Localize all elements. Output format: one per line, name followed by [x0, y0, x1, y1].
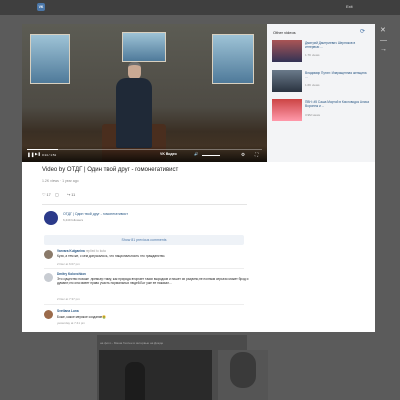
- related-video-title[interactable]: Владимир Путин: Извращенная женщина ...: [305, 71, 370, 79]
- channel-avatar[interactable]: [44, 211, 58, 225]
- minimize-icon[interactable]: —: [380, 37, 387, 44]
- comment-icon: ▢: [55, 193, 59, 197]
- divider: [44, 304, 244, 305]
- video-player[interactable]: ❚❚ ▶❚ 0:14 / 1:51 VK Видео 🔊 ⚙ ⛶: [22, 24, 267, 162]
- volume-slider[interactable]: [202, 154, 220, 156]
- progress-fill: [27, 149, 58, 150]
- comment-date[interactable]: 2 Dec at 7:37 pm: [57, 297, 80, 301]
- channel-name[interactable]: ОТДГ | Один твой друг - гомонегативист: [63, 212, 128, 216]
- related-video-title[interactable]: ПВН: #5 Саша Мартой в Кисловодск Алиса В…: [305, 100, 370, 108]
- like-count: 17: [46, 193, 51, 197]
- speaker-figure: [112, 62, 156, 152]
- vk-logo[interactable]: VK: [37, 3, 45, 11]
- pause-icon[interactable]: ❚❚: [27, 152, 35, 157]
- comment-text: Боже, какое мерзкое создание🤮: [57, 315, 107, 319]
- show-previous-comments-button[interactable]: Show 81 previous comments: [44, 235, 244, 245]
- related-video-thumb[interactable]: [272, 99, 302, 121]
- refresh-icon[interactable]: ⟳: [360, 28, 365, 35]
- channel-followers: 6,449 followers: [63, 218, 84, 222]
- comment-author[interactable]: Svetlana Luna: [57, 309, 79, 313]
- divider: [44, 268, 244, 269]
- related-video-title[interactable]: Дмитрий Дмитриевич Шерняков в интервью .…: [305, 41, 370, 49]
- background-post-caption: на фото - Маша Гессен в интервью на Дожд…: [100, 341, 164, 345]
- related-video-thumb[interactable]: [272, 70, 302, 92]
- exit-link[interactable]: Exit: [346, 4, 353, 9]
- share-count: 11: [71, 193, 76, 197]
- progress-bar[interactable]: [27, 149, 262, 150]
- comment-reply-to: replied to kuta: [85, 249, 106, 253]
- share-button[interactable]: ↪ 11: [67, 192, 75, 197]
- comment-button[interactable]: ▢: [55, 192, 59, 197]
- share-icon: ↪: [67, 193, 71, 197]
- upload-age: 1 year ago: [62, 179, 79, 183]
- settings-icon[interactable]: ⚙: [241, 152, 245, 157]
- heart-icon: ♡: [42, 193, 46, 197]
- related-video-views: 1.6K views: [305, 83, 320, 87]
- window-right: [212, 34, 254, 84]
- video-meta: 1.2K views · 1 year ago: [42, 179, 79, 183]
- related-video-thumb[interactable]: [272, 40, 302, 62]
- comment-date[interactable]: yesterday at 7:41 pm: [57, 321, 85, 325]
- volume-icon[interactable]: 🔊: [194, 152, 198, 157]
- background-thumb-face: [230, 352, 256, 388]
- top-bar: [0, 0, 400, 15]
- close-icon[interactable]: ✕: [380, 27, 386, 34]
- related-video-views: 1.7K views: [305, 53, 320, 57]
- fullscreen-icon[interactable]: ⛶: [255, 152, 258, 157]
- speaker-body: [116, 78, 152, 148]
- divider: [42, 204, 247, 205]
- related-video-views: 3.9M views: [305, 113, 321, 117]
- comment-author-name[interactable]: Dmitry Kolovchkov: [57, 272, 86, 276]
- avatar[interactable]: [44, 310, 53, 319]
- other-videos-title: Other videos: [273, 30, 296, 35]
- next-icon[interactable]: ▶❚: [35, 152, 41, 157]
- avatar[interactable]: [44, 250, 53, 259]
- comment-text: Кузя, а тем же, с кем допускалось, что н…: [57, 254, 166, 258]
- background-thumb-person: [125, 362, 145, 400]
- comment-date[interactable]: 2 Dec at 6:07 pm: [57, 262, 80, 266]
- comment-author[interactable]: Varvara Kulganina replied to kuta: [57, 249, 106, 253]
- comment-author[interactable]: Dmitry Kolovchkov: [57, 272, 86, 276]
- view-count: 1.2K views: [42, 179, 59, 183]
- comment-author-name[interactable]: Varvara Kulganina: [57, 249, 85, 253]
- vk-video-brand[interactable]: VK Видео: [160, 152, 177, 156]
- pin-icon[interactable]: →: [380, 46, 387, 53]
- avatar[interactable]: [44, 273, 53, 282]
- window-left: [30, 34, 70, 84]
- window-center: [122, 32, 166, 62]
- time-display: 0:14 / 1:51: [42, 153, 57, 157]
- comment-text: Это существо похоже ,премьер тиму, как п…: [57, 277, 249, 286]
- background-video-thumb: [99, 350, 212, 400]
- video-title: Video by ОТДГ | Один твой друг - гомонег…: [42, 167, 179, 173]
- like-button[interactable]: ♡ 17: [42, 192, 51, 197]
- comment-author-name[interactable]: Svetlana Luna: [57, 309, 79, 313]
